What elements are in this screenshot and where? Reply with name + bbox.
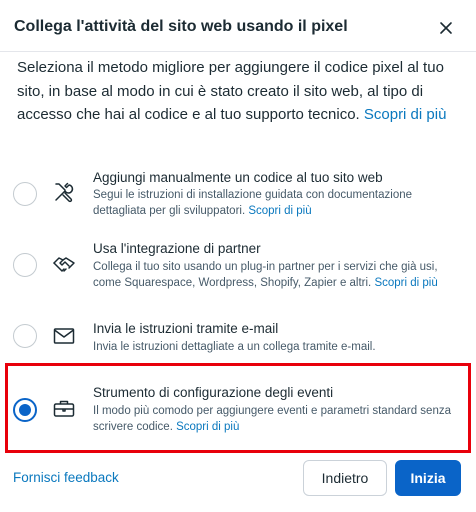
option-title: Usa l'integrazione di partner — [93, 241, 261, 256]
option-description: Collega il tuo sito usando un plug-in pa… — [93, 259, 468, 291]
intro-text: Seleziona il metodo migliore per aggiung… — [17, 56, 459, 127]
option-partner-integration[interactable]: Usa l'integrazione di partner Collega il… — [0, 240, 476, 300]
start-button[interactable]: Inizia — [395, 460, 461, 496]
envelope-icon — [53, 328, 75, 344]
option-description-text: Invia le istruzioni dettagliate a un col… — [93, 341, 376, 353]
dialog-title: Collega l'attività del sito web usando i… — [14, 18, 348, 35]
dialog-header: Collega l'attività del sito web usando i… — [0, 0, 476, 52]
option-event-setup-tool[interactable]: Strumento di configurazione degli eventi… — [0, 384, 476, 440]
handshake-icon — [53, 257, 75, 272]
radio-manual-code[interactable] — [13, 182, 37, 206]
option-description: Segui le istruzioni di installazione gui… — [93, 187, 468, 219]
option-description: Il modo più comodo per aggiungere eventi… — [93, 403, 468, 435]
feedback-link[interactable]: Fornisci feedback — [13, 470, 119, 485]
back-button[interactable]: Indietro — [303, 460, 387, 496]
close-button[interactable] — [436, 18, 456, 38]
radio-email-instructions[interactable] — [13, 324, 37, 348]
option-title: Invia le istruzioni tramite e-mail — [93, 321, 279, 336]
option-title: Aggiungi manualmente un codice al tuo si… — [93, 170, 383, 185]
tools-icon — [55, 182, 74, 203]
briefcase-icon — [53, 400, 75, 417]
option-learn-more-link[interactable]: Scopri di più — [176, 421, 239, 433]
connect-pixel-dialog: Collega l'attività del sito web usando i… — [0, 0, 476, 512]
intro-learn-more-link[interactable]: Scopri di più — [364, 106, 447, 123]
option-description-text: Il modo più comodo per aggiungere eventi… — [93, 405, 451, 433]
option-title: Strumento di configurazione degli eventi — [93, 385, 334, 400]
radio-partner-integration[interactable] — [13, 253, 37, 277]
close-icon — [440, 22, 452, 34]
option-manual-code[interactable]: Aggiungi manualmente un codice al tuo si… — [0, 168, 476, 228]
option-learn-more-link[interactable]: Scopri di più — [248, 205, 311, 217]
radio-event-setup-tool[interactable] — [13, 398, 37, 422]
option-learn-more-link[interactable]: Scopri di più — [374, 277, 437, 289]
option-email-instructions[interactable]: Invia le istruzioni tramite e-mail Invia… — [0, 318, 476, 360]
option-description: Invia le istruzioni dettagliate a un col… — [93, 339, 468, 355]
